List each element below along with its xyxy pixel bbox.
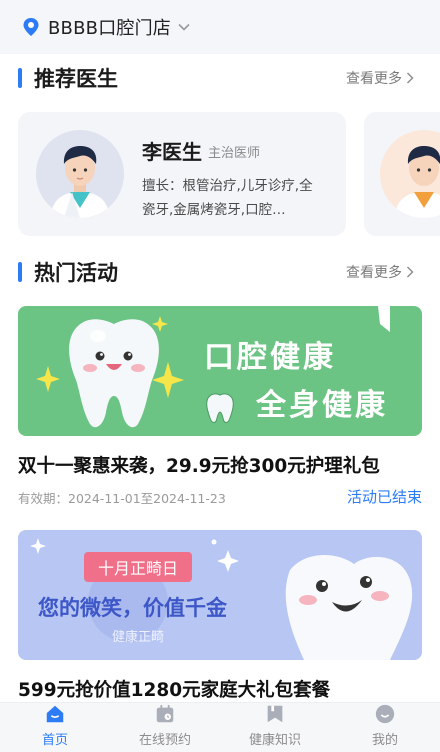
tab-label: 首页: [41, 733, 68, 748]
doctor-avatar: [380, 130, 440, 218]
bookmark-icon: [267, 705, 283, 723]
doctors-see-more-link[interactable]: 查看更多: [346, 68, 414, 88]
doctor-title: 主治医师: [208, 146, 261, 161]
tab-label: 在线预约: [138, 733, 191, 748]
store-selector[interactable]: BBBB口腔门店: [0, 0, 440, 54]
doctor-avatar: [36, 130, 124, 218]
activities-section-header: 热门活动 查看更多: [0, 252, 440, 292]
home-icon: [46, 705, 64, 723]
location-pin-icon: [23, 18, 39, 36]
banner-slogan-1: 口腔健康: [204, 340, 336, 375]
bottom-tab-bar: 首页 在线预约 健康知识 我的: [0, 702, 440, 752]
doctor-name: 李医生: [142, 140, 202, 164]
section-accent-bar: [18, 68, 22, 88]
doctor-card[interactable]: 李医生 主治医师 擅长：根管治疗,儿牙诊疗,全瓷牙,金属烤瓷牙,口腔…: [18, 112, 346, 236]
tab-home[interactable]: 首页: [0, 703, 110, 752]
chevron-down-icon: [178, 23, 190, 31]
doctors-section-header: 推荐医生 查看更多: [0, 58, 440, 98]
banner-tag: 十月正畸日: [84, 552, 193, 582]
activity-banner-1[interactable]: 口腔健康 全身健康: [18, 306, 422, 436]
doctor-illustration-icon: [394, 146, 440, 218]
see-more-label: 查看更多: [346, 71, 402, 87]
tab-label: 健康知识: [248, 733, 301, 748]
activities-section-title: 热门活动: [34, 261, 118, 285]
banner-subline: 健康正畸: [112, 630, 165, 645]
section-accent-bar: [18, 262, 22, 282]
activity-title[interactable]: 双十一聚惠来袭，29.9元抢300元护理礼包: [18, 452, 380, 478]
tab-profile[interactable]: 我的: [330, 703, 440, 752]
store-name: BBBB口腔门店: [48, 18, 171, 39]
tab-label: 我的: [371, 733, 398, 748]
activities-see-more-link[interactable]: 查看更多: [346, 262, 414, 282]
doctor-illustration-icon: [50, 146, 110, 218]
chevron-right-icon: [407, 72, 414, 84]
main-content: 推荐医生 查看更多 李医生 主治医师 擅长：根管治疗,儿牙诊疗,全瓷牙,金属烤瓷…: [0, 54, 440, 702]
doctors-section-title: 推荐医生: [34, 67, 118, 91]
doctor-card-next[interactable]: [364, 112, 440, 236]
activity-title[interactable]: 599元抢价值1280元家庭大礼包套餐: [18, 676, 330, 702]
activity-banner-2[interactable]: 十月正畸日 您的微笑，价值千金 健康正畸: [18, 530, 422, 660]
profile-icon: [375, 704, 395, 724]
tab-appointment[interactable]: 在线预约: [110, 703, 220, 752]
calendar-icon: [156, 704, 174, 723]
activity-validity: 有效期：2024-11-01至2024-11-23: [18, 491, 226, 506]
chevron-right-icon: [407, 266, 414, 278]
doctor-specialty: 擅长：根管治疗,儿牙诊疗,全瓷牙,金属烤瓷牙,口腔…: [142, 178, 313, 218]
banner-headline: 您的微笑，价值千金: [38, 596, 227, 620]
banner-slogan-2: 全身健康: [256, 388, 388, 423]
see-more-label: 查看更多: [346, 265, 402, 281]
activity-status: 活动已结束: [346, 488, 422, 506]
tab-health-knowledge[interactable]: 健康知识: [220, 703, 330, 752]
